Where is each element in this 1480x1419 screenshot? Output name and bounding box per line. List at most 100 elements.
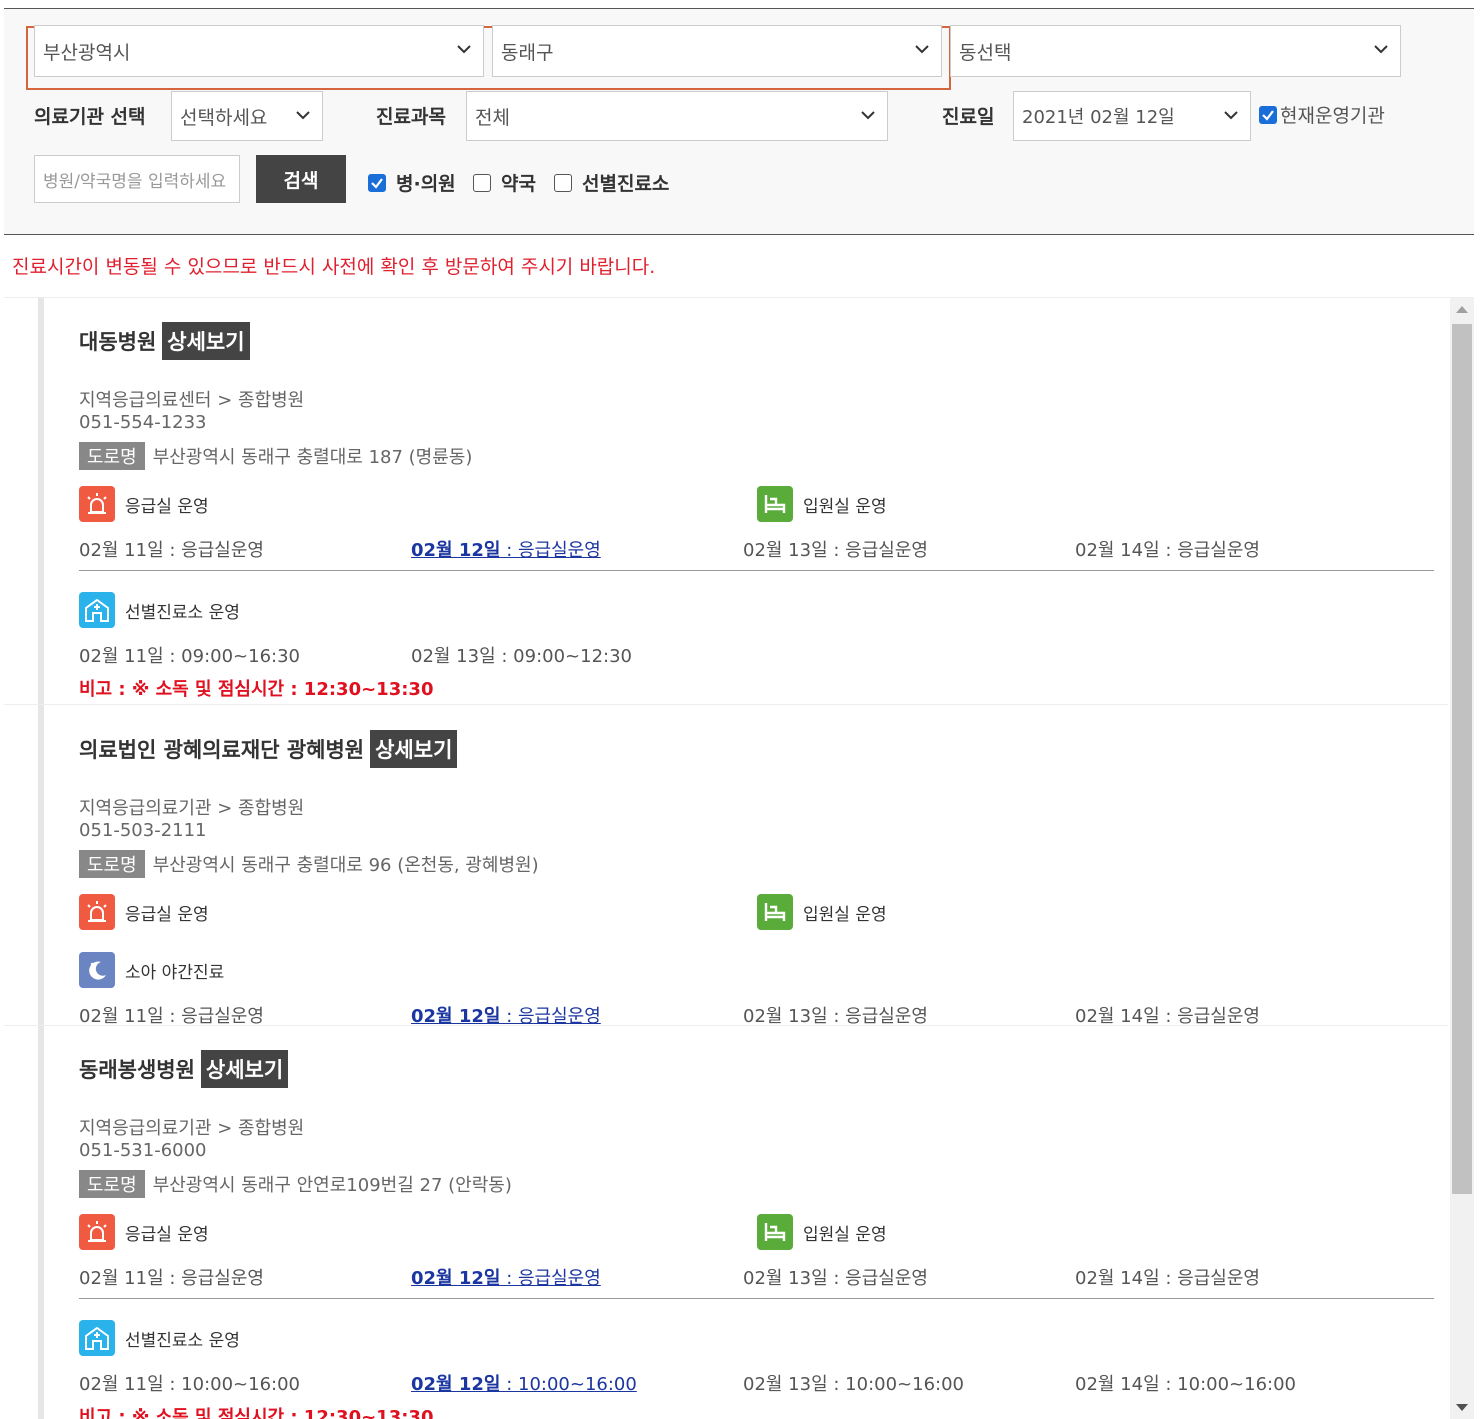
search-input[interactable]: 병원/약국명을 입력하세요 bbox=[34, 155, 240, 203]
pharmacy-checkbox[interactable]: 약국 bbox=[473, 169, 536, 196]
hospital-name: 동래봉생병원 bbox=[79, 1058, 195, 1082]
detail-button[interactable]: 상세보기 bbox=[200, 1050, 289, 1088]
sido-select-value: 부산광역시 bbox=[43, 41, 131, 64]
service-er-label: 응급실 운영 bbox=[125, 496, 209, 517]
checkbox-checked-icon bbox=[1259, 105, 1277, 124]
service-er-label: 응급실 운영 bbox=[125, 1224, 209, 1245]
hospital-phone: 051-554-1233 bbox=[79, 412, 207, 433]
service-screening: 선별진료소 운영 bbox=[79, 1320, 240, 1356]
screening-checkbox[interactable]: 선별진료소 bbox=[554, 169, 669, 196]
date-select-value: 2021년 02월 12일 bbox=[1022, 107, 1175, 128]
card-separator bbox=[4, 704, 1448, 705]
chevron-down-icon bbox=[859, 106, 877, 124]
checkbox-empty-icon bbox=[554, 173, 572, 192]
detail-button[interactable]: 상세보기 bbox=[370, 730, 458, 768]
search-placeholder: 병원/약국명을 입력하세요 bbox=[43, 171, 227, 192]
bed-icon bbox=[757, 894, 793, 930]
service-ward-label: 입원실 운영 bbox=[803, 1224, 887, 1245]
hospital-category: 지역응급의료센터 > 종합병원 bbox=[79, 390, 305, 411]
address-text: 부산광역시 동래구 충렬대로 96 (온천동, 광혜병원) bbox=[152, 855, 539, 876]
hospital-phone: 051-503-2111 bbox=[79, 820, 207, 841]
subject-select[interactable]: 전체 bbox=[466, 91, 888, 141]
hospital-remark: 비고 : ※ 소독 및 점심시간 : 12:30~13:30 bbox=[79, 679, 434, 700]
screening-day: 02월 14일 : 10:00~16:00 bbox=[1075, 1374, 1296, 1395]
moon-icon bbox=[79, 952, 115, 988]
card-separator bbox=[4, 1025, 1448, 1026]
clinic-tent-icon bbox=[79, 1320, 115, 1356]
hospital-remark: 비고 : ※ 소독 및 점심시간 : 12:30~13:30 bbox=[79, 1407, 434, 1419]
chevron-down-icon bbox=[1372, 40, 1390, 58]
hospital-title: 대동병원 상세보기 bbox=[79, 322, 250, 360]
bed-icon bbox=[757, 486, 793, 522]
bed-icon bbox=[757, 1214, 793, 1250]
detail-button[interactable]: 상세보기 bbox=[162, 322, 250, 360]
scroll-up-arrow-icon[interactable] bbox=[1456, 306, 1468, 313]
sido-select[interactable]: 부산광역시 bbox=[34, 25, 484, 77]
hospital-card: 대동병원 상세보기 지역응급의료센터 > 종합병원 051-554-1233 도… bbox=[79, 322, 1434, 700]
service-ward-label: 입원실 운영 bbox=[803, 496, 887, 517]
service-er: 응급실 운영 bbox=[79, 894, 209, 930]
hospital-name: 의료법인 광혜의료재단 광혜병원 bbox=[79, 738, 365, 762]
service-night-child-label: 소아 야간진료 bbox=[125, 962, 225, 983]
chevron-down-icon bbox=[294, 106, 312, 124]
hospital-checkbox[interactable]: 병·의원 bbox=[368, 169, 456, 196]
er-day: 02월 14일 : 응급실운영 bbox=[1075, 540, 1260, 561]
service-er: 응급실 운영 bbox=[79, 1214, 209, 1250]
open-now-label: 현재운영기관 bbox=[1280, 105, 1385, 127]
filter-panel: 부산광역시 동래구 동선택 의료기관 선택 선택하세요 진료과목 전체 진료일 … bbox=[4, 8, 1474, 235]
screening-day: 02월 11일 : 09:00~16:30 bbox=[79, 646, 300, 667]
open-now-checkbox[interactable]: 현재운영기관 bbox=[1259, 101, 1385, 128]
service-ward: 입원실 운영 bbox=[757, 486, 887, 522]
hospital-phone: 051-531-6000 bbox=[79, 1140, 207, 1161]
er-day-current[interactable]: 02월 12일 : 응급실운영 bbox=[411, 1264, 601, 1290]
service-screening-label: 선별진료소 운영 bbox=[125, 1330, 240, 1351]
hospital-checkbox-label: 병·의원 bbox=[396, 173, 456, 195]
service-ward: 입원실 운영 bbox=[757, 1214, 887, 1250]
er-day: 02월 11일 : 응급실운영 bbox=[79, 540, 264, 561]
subject-label: 진료과목 bbox=[376, 106, 446, 128]
date-select[interactable]: 2021년 02월 12일 bbox=[1013, 91, 1251, 141]
subject-select-value: 전체 bbox=[475, 106, 510, 129]
sigungu-select[interactable]: 동래구 bbox=[492, 25, 942, 77]
list-left-bar bbox=[38, 298, 44, 1419]
screening-day: 02월 11일 : 10:00~16:00 bbox=[79, 1374, 300, 1395]
address-text: 부산광역시 동래구 충렬대로 187 (명륜동) bbox=[152, 447, 473, 468]
dong-select-value: 동선택 bbox=[959, 41, 1012, 64]
siren-icon bbox=[79, 1214, 115, 1250]
service-screening-label: 선별진료소 운영 bbox=[125, 602, 240, 623]
address-text: 부산광역시 동래구 안연로109번길 27 (안락동) bbox=[152, 1175, 512, 1196]
facility-select[interactable]: 선택하세요 bbox=[171, 91, 323, 141]
hospital-card: 동래봉생병원 상세보기 지역응급의료기관 > 종합병원 051-531-6000… bbox=[79, 1050, 1434, 1419]
date-label: 진료일 bbox=[942, 106, 995, 128]
er-day: 02월 11일 : 응급실운영 bbox=[79, 1268, 264, 1289]
scroll-thumb[interactable] bbox=[1452, 324, 1472, 1194]
clinic-tent-icon bbox=[79, 592, 115, 628]
hospital-title: 의료법인 광혜의료재단 광혜병원 상세보기 bbox=[79, 730, 458, 768]
hospital-category: 지역응급의료기관 > 종합병원 bbox=[79, 798, 305, 819]
hospital-address: 도로명 부산광역시 동래구 충렬대로 96 (온천동, 광혜병원) bbox=[79, 850, 539, 878]
service-ward: 입원실 운영 bbox=[757, 894, 887, 930]
facility-select-value: 선택하세요 bbox=[180, 106, 268, 129]
service-screening: 선별진료소 운영 bbox=[79, 592, 240, 628]
siren-icon bbox=[79, 894, 115, 930]
road-tag: 도로명 bbox=[79, 1170, 145, 1198]
search-button[interactable]: 검색 bbox=[256, 155, 346, 203]
siren-icon bbox=[79, 486, 115, 522]
screening-day: 02월 13일 : 10:00~16:00 bbox=[743, 1374, 964, 1395]
checkbox-checked-icon bbox=[368, 173, 386, 192]
screening-day: 02월 13일 : 09:00~12:30 bbox=[411, 646, 632, 667]
er-day-current[interactable]: 02월 12일 : 응급실운영 bbox=[411, 536, 601, 562]
road-tag: 도로명 bbox=[79, 850, 145, 878]
result-list[interactable]: 대동병원 상세보기 지역응급의료센터 > 종합병원 051-554-1233 도… bbox=[4, 297, 1474, 1419]
dong-select[interactable]: 동선택 bbox=[950, 25, 1401, 77]
scroll-down-arrow-icon[interactable] bbox=[1456, 1404, 1468, 1411]
service-ward-label: 입원실 운영 bbox=[803, 904, 887, 925]
hospital-card: 의료법인 광혜의료재단 광혜병원 상세보기 지역응급의료기관 > 종합병원 05… bbox=[79, 730, 1434, 1027]
service-night-child: 소아 야간진료 bbox=[79, 952, 224, 988]
checkbox-empty-icon bbox=[473, 173, 491, 192]
scrollbar[interactable] bbox=[1450, 298, 1474, 1419]
facility-label: 의료기관 선택 bbox=[34, 106, 146, 128]
notice-text: 진료시간이 변동될 수 있으므로 반드시 사전에 확인 후 방문하여 주시기 바… bbox=[12, 256, 656, 278]
screening-day-current[interactable]: 02월 12일 : 10:00~16:00 bbox=[411, 1370, 637, 1396]
sigungu-select-value: 동래구 bbox=[501, 41, 554, 64]
